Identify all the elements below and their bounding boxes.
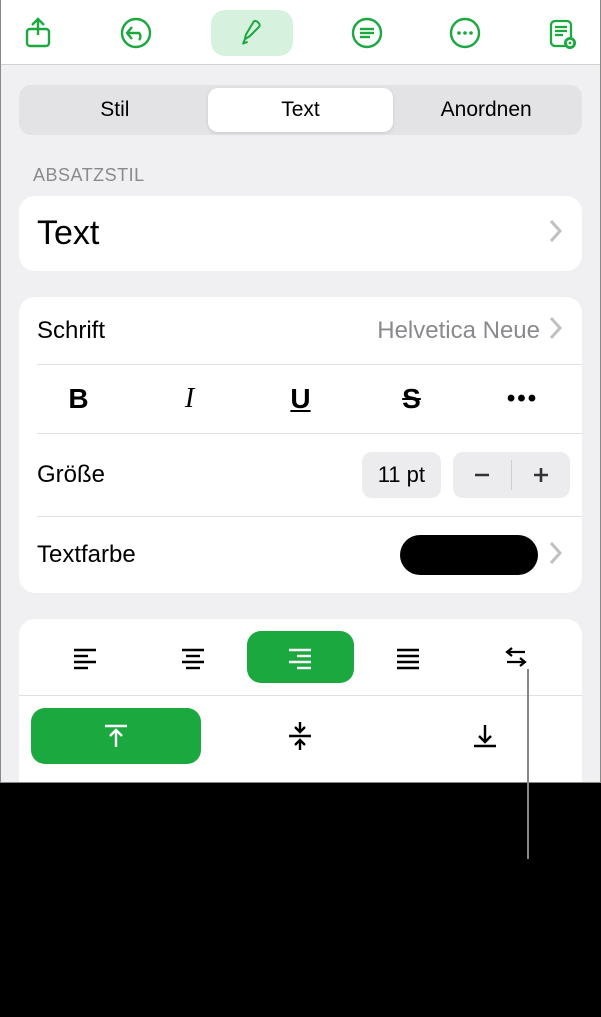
size-value[interactable]: 11 pt — [362, 452, 441, 498]
tab-style[interactable]: Stil — [22, 88, 208, 132]
font-label: Schrift — [37, 317, 377, 345]
align-right-button[interactable] — [247, 631, 355, 683]
text-style-row: B I U S ••• — [19, 365, 582, 433]
horizontal-align-row — [19, 619, 582, 695]
size-decrease-button[interactable] — [453, 452, 511, 498]
vertical-align-row — [19, 696, 582, 782]
valign-top-button[interactable] — [31, 708, 201, 764]
tab-arrange[interactable]: Anordnen — [393, 88, 579, 132]
paragraph-style-card: Text — [19, 196, 582, 271]
section-paragraph-style-label: ABSATZSTIL — [33, 165, 582, 186]
text-color-label: Textfarbe — [37, 541, 400, 569]
strikethrough-button[interactable]: S — [356, 375, 467, 423]
presenter-button[interactable] — [540, 10, 586, 56]
font-row[interactable]: Schrift Helvetica Neue — [19, 297, 582, 364]
text-color-row[interactable]: Textfarbe — [19, 517, 582, 593]
text-color-swatch[interactable] — [400, 535, 538, 575]
tab-text[interactable]: Text — [208, 88, 394, 132]
underline-button[interactable]: U — [245, 375, 356, 423]
align-left-button[interactable] — [31, 631, 139, 683]
valign-middle-button[interactable] — [215, 708, 385, 764]
paragraph-style-name: Text — [37, 214, 548, 253]
format-panel: Stil Text Anordnen ABSATZSTIL Text Schri… — [0, 0, 601, 783]
alignment-card — [19, 619, 582, 782]
size-label: Größe — [37, 461, 362, 489]
size-stepper — [453, 452, 570, 498]
undo-button[interactable] — [113, 10, 159, 56]
insert-button[interactable] — [344, 10, 390, 56]
chevron-right-icon — [548, 540, 564, 571]
size-row: Größe 11 pt — [19, 434, 582, 516]
chevron-right-icon — [548, 218, 564, 249]
format-button[interactable] — [211, 10, 293, 56]
align-center-button[interactable] — [139, 631, 247, 683]
valign-bottom-button[interactable] — [400, 708, 570, 764]
text-direction-button[interactable] — [462, 631, 570, 683]
font-card: Schrift Helvetica Neue B I U S ••• Größe… — [19, 297, 582, 593]
callout-leader — [527, 669, 529, 859]
chevron-right-icon — [548, 315, 564, 346]
share-button[interactable] — [15, 10, 61, 56]
bold-button[interactable]: B — [23, 375, 134, 423]
paragraph-style-row[interactable]: Text — [19, 196, 582, 271]
italic-button[interactable]: I — [134, 375, 245, 423]
size-increase-button[interactable] — [512, 452, 570, 498]
format-panel-body: Stil Text Anordnen ABSATZSTIL Text Schri… — [1, 65, 600, 782]
more-text-options-button[interactable]: ••• — [467, 377, 578, 421]
font-value: Helvetica Neue — [377, 317, 540, 345]
main-toolbar — [1, 0, 600, 65]
align-justify-button[interactable] — [354, 631, 462, 683]
format-tabs: Stil Text Anordnen — [19, 85, 582, 135]
more-button[interactable] — [442, 10, 488, 56]
